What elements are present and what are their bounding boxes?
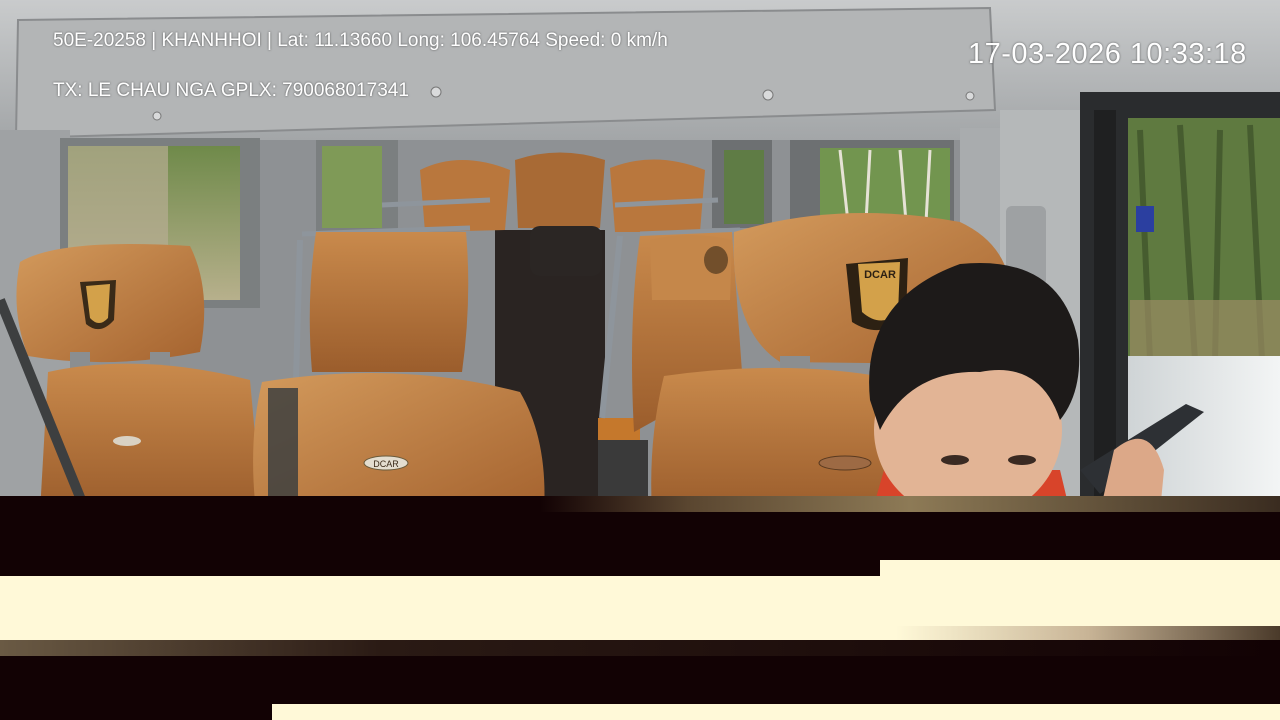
corrupt-band-gradient-mid (0, 626, 1280, 640)
corrupt-band-light-step (880, 560, 1280, 576)
dashcam-frame: DCAR DCAR 50E-20258 | KHANHHOI | Lat: 11… (0, 0, 1280, 720)
van-interior-scene: DCAR DCAR (0, 0, 1280, 512)
corrupt-band-light (0, 576, 1280, 626)
seat-badge-text: DCAR (373, 459, 399, 469)
corrupt-band-brown (0, 640, 1280, 656)
osd-timestamp: 17-03-2026 10:33:18 (968, 38, 1247, 70)
corrupt-band-gradient-strip (540, 496, 1280, 512)
headrest-logo-text: DCAR (864, 269, 896, 281)
corrupt-band-light-bottom (272, 704, 1280, 720)
osd-vehicle-gps-speed: 50E-20258 | KHANHHOI | Lat: 11.13660 Lon… (53, 30, 668, 51)
osd-driver-license: TX: LE CHAU NGA GPLX: 790068017341 (53, 80, 409, 101)
